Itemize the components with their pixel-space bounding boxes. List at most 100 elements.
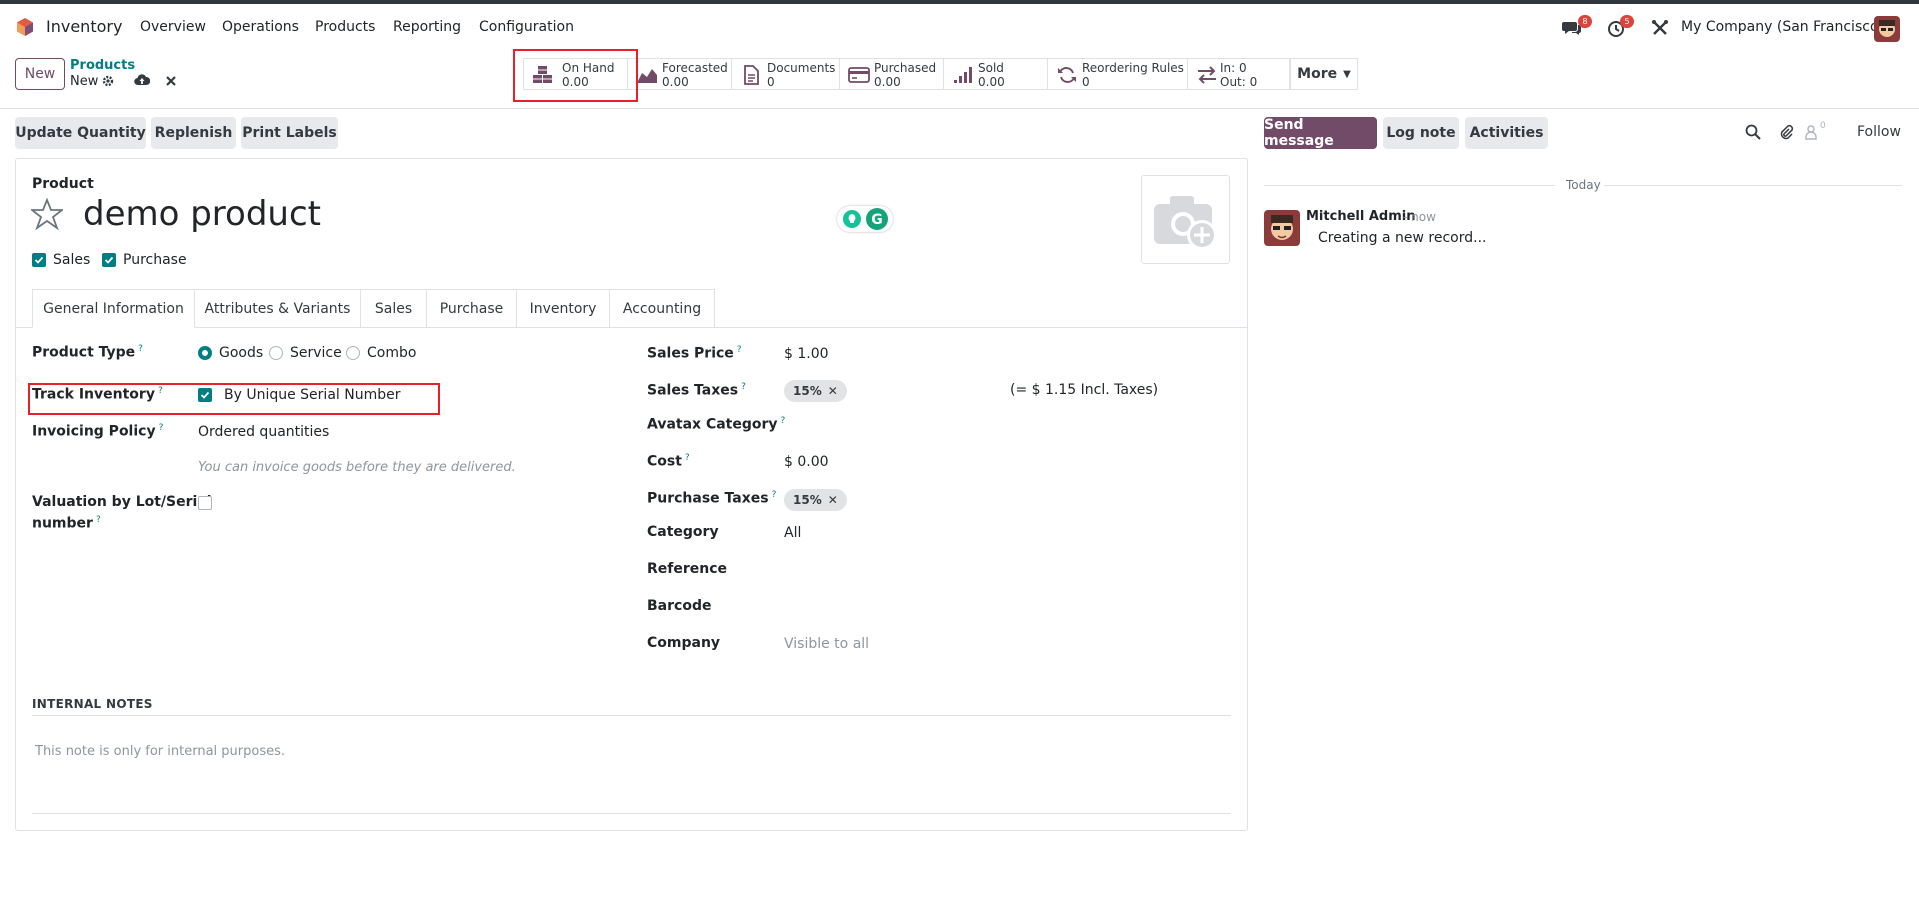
print-labels-button[interactable]: Print Labels bbox=[241, 117, 338, 149]
remove-tag-icon[interactable]: ✕ bbox=[828, 384, 838, 398]
search-icon[interactable] bbox=[1745, 124, 1761, 140]
purchase-tax-tag[interactable]: 15% ✕ bbox=[784, 489, 847, 511]
user-avatar[interactable] bbox=[1874, 16, 1900, 42]
company-switcher[interactable]: My Company (San Francisco) bbox=[1681, 19, 1884, 35]
tab-accounting[interactable]: Accounting bbox=[610, 289, 715, 328]
purchase-checkbox[interactable] bbox=[102, 253, 116, 267]
product-type-goods-radio[interactable] bbox=[198, 346, 212, 360]
documents-value: 0 bbox=[767, 75, 775, 89]
save-cloud-icon[interactable] bbox=[134, 73, 151, 89]
messages-badge: 8 bbox=[1578, 15, 1592, 28]
main-navbar: Inventory Overview Operations Products R… bbox=[0, 4, 1919, 50]
cost-field[interactable]: $ 0.00 bbox=[784, 454, 829, 470]
date-separator-line-right bbox=[1604, 185, 1902, 186]
menu-operations[interactable]: Operations bbox=[222, 19, 299, 35]
smart-button-documents[interactable]: Documents 0 bbox=[732, 58, 840, 90]
smart-button-purchased[interactable]: Purchased 0.00 bbox=[840, 58, 944, 90]
valuation-lot-serial-label-line1: Valuation by Lot/Serial bbox=[32, 494, 212, 510]
menu-overview[interactable]: Overview bbox=[140, 19, 206, 35]
activities-button[interactable]: Activities bbox=[1465, 117, 1548, 149]
more-label: More bbox=[1297, 66, 1338, 82]
company-field[interactable]: Visible to all bbox=[784, 636, 869, 652]
menu-configuration[interactable]: Configuration bbox=[479, 19, 574, 35]
invoicing-policy-select[interactable]: Ordered quantities bbox=[198, 424, 329, 440]
replenish-button[interactable]: Replenish bbox=[151, 117, 236, 149]
smart-button-forecasted[interactable]: Forecasted 0.00 bbox=[628, 58, 732, 90]
menu-products[interactable]: Products bbox=[315, 19, 375, 35]
purchase-tax-tag-label: 15% bbox=[793, 493, 822, 507]
more-smart-buttons[interactable]: More ▼ bbox=[1290, 58, 1358, 90]
product-name-field[interactable]: demo product bbox=[83, 194, 321, 234]
product-type-service-radio[interactable] bbox=[269, 346, 283, 360]
tab-sales[interactable]: Sales bbox=[361, 289, 427, 328]
reference-label: Reference bbox=[647, 561, 728, 577]
purchased-label: Purchased bbox=[874, 61, 937, 75]
reference-field[interactable] bbox=[784, 558, 1224, 580]
internal-notes-title: INTERNAL NOTES bbox=[32, 697, 153, 711]
refresh-icon bbox=[1058, 67, 1076, 83]
purchase-taxes-label: Purchase Taxes? bbox=[647, 490, 777, 507]
invoicing-policy-hint: You can invoice goods before they are de… bbox=[198, 460, 516, 475]
internal-notes-bottom-line bbox=[32, 813, 1231, 814]
smart-button-reordering-rules[interactable]: Reordering Rules 0 bbox=[1048, 58, 1188, 90]
activities-badge: 5 bbox=[1620, 15, 1634, 28]
debug-tools-icon[interactable] bbox=[1649, 17, 1671, 39]
grammarly-widget[interactable]: G bbox=[837, 206, 893, 232]
tab-purchase[interactable]: Purchase bbox=[427, 289, 517, 328]
menu-reporting[interactable]: Reporting bbox=[393, 19, 461, 35]
product-type-service-label: Service bbox=[290, 345, 342, 361]
paperclip-icon[interactable] bbox=[1778, 124, 1794, 140]
internal-notes-divider bbox=[32, 715, 1231, 716]
tab-general-information[interactable]: General Information bbox=[32, 289, 195, 328]
send-message-button[interactable]: Send message bbox=[1264, 117, 1377, 149]
sales-tax-tag[interactable]: 15% ✕ bbox=[784, 380, 847, 402]
log-note-button[interactable]: Log note bbox=[1383, 117, 1459, 149]
sales-price-field[interactable]: $ 1.00 bbox=[784, 346, 829, 362]
discard-close-icon[interactable] bbox=[165, 75, 177, 87]
followers-icon[interactable] bbox=[1805, 124, 1817, 140]
update-quantity-button[interactable]: Update Quantity bbox=[15, 117, 146, 149]
breadcrumb-products[interactable]: Products bbox=[70, 58, 135, 73]
company-label: Company bbox=[647, 635, 721, 651]
out-moves-label: Out: 0 bbox=[1220, 75, 1258, 89]
internal-notes-field[interactable]: This note is only for internal purposes. bbox=[35, 744, 285, 759]
breadcrumb-current: New bbox=[70, 74, 99, 89]
sales-checkbox[interactable] bbox=[32, 253, 46, 267]
reordering-rules-value: 0 bbox=[1082, 75, 1090, 89]
product-type-label: Product Type? bbox=[32, 344, 143, 361]
gear-icon[interactable] bbox=[102, 75, 114, 87]
reordering-rules-label: Reordering Rules bbox=[1082, 61, 1184, 75]
purchased-value: 0.00 bbox=[874, 75, 901, 89]
sales-taxes-label: Sales Taxes? bbox=[647, 382, 746, 399]
price-incl-taxes: (= $ 1.15 Incl. Taxes) bbox=[1010, 382, 1159, 398]
favorite-star-icon[interactable] bbox=[29, 197, 65, 231]
app-name[interactable]: Inventory bbox=[46, 17, 122, 36]
cost-label: Cost? bbox=[647, 453, 690, 470]
product-type-goods-label: Goods bbox=[219, 345, 264, 361]
forecasted-label: Forecasted bbox=[662, 61, 728, 75]
inventory-app-icon[interactable] bbox=[15, 17, 35, 37]
tab-attributes-variants[interactable]: Attributes & Variants bbox=[195, 289, 361, 328]
sales-checkbox-label: Sales bbox=[53, 252, 91, 268]
valuation-lot-serial-checkbox[interactable] bbox=[198, 496, 212, 510]
purchase-checkbox-label: Purchase bbox=[123, 252, 187, 268]
message-body: Creating a new record... bbox=[1318, 230, 1487, 246]
date-separator-line-left bbox=[1264, 185, 1555, 186]
exchange-icon bbox=[1198, 66, 1216, 84]
forecasted-value: 0.00 bbox=[662, 75, 689, 89]
barcode-field[interactable] bbox=[784, 595, 1224, 617]
remove-tag-icon[interactable]: ✕ bbox=[828, 493, 838, 507]
new-record-button[interactable]: New bbox=[15, 58, 65, 90]
tab-inventory[interactable]: Inventory bbox=[517, 289, 610, 328]
file-icon bbox=[744, 65, 759, 85]
product-type-combo-radio[interactable] bbox=[346, 346, 360, 360]
product-image-placeholder[interactable] bbox=[1141, 175, 1230, 264]
message-author[interactable]: Mitchell Admin bbox=[1306, 209, 1415, 224]
category-label: Category bbox=[647, 524, 719, 540]
sales-price-label: Sales Price? bbox=[647, 345, 742, 362]
follow-button[interactable]: Follow bbox=[1857, 124, 1901, 140]
author-avatar[interactable] bbox=[1264, 210, 1300, 246]
smart-button-sold[interactable]: Sold 0.00 bbox=[944, 58, 1048, 90]
category-field[interactable]: All bbox=[784, 525, 801, 541]
smart-button-in-out[interactable]: In: 0 Out: 0 bbox=[1188, 58, 1290, 90]
